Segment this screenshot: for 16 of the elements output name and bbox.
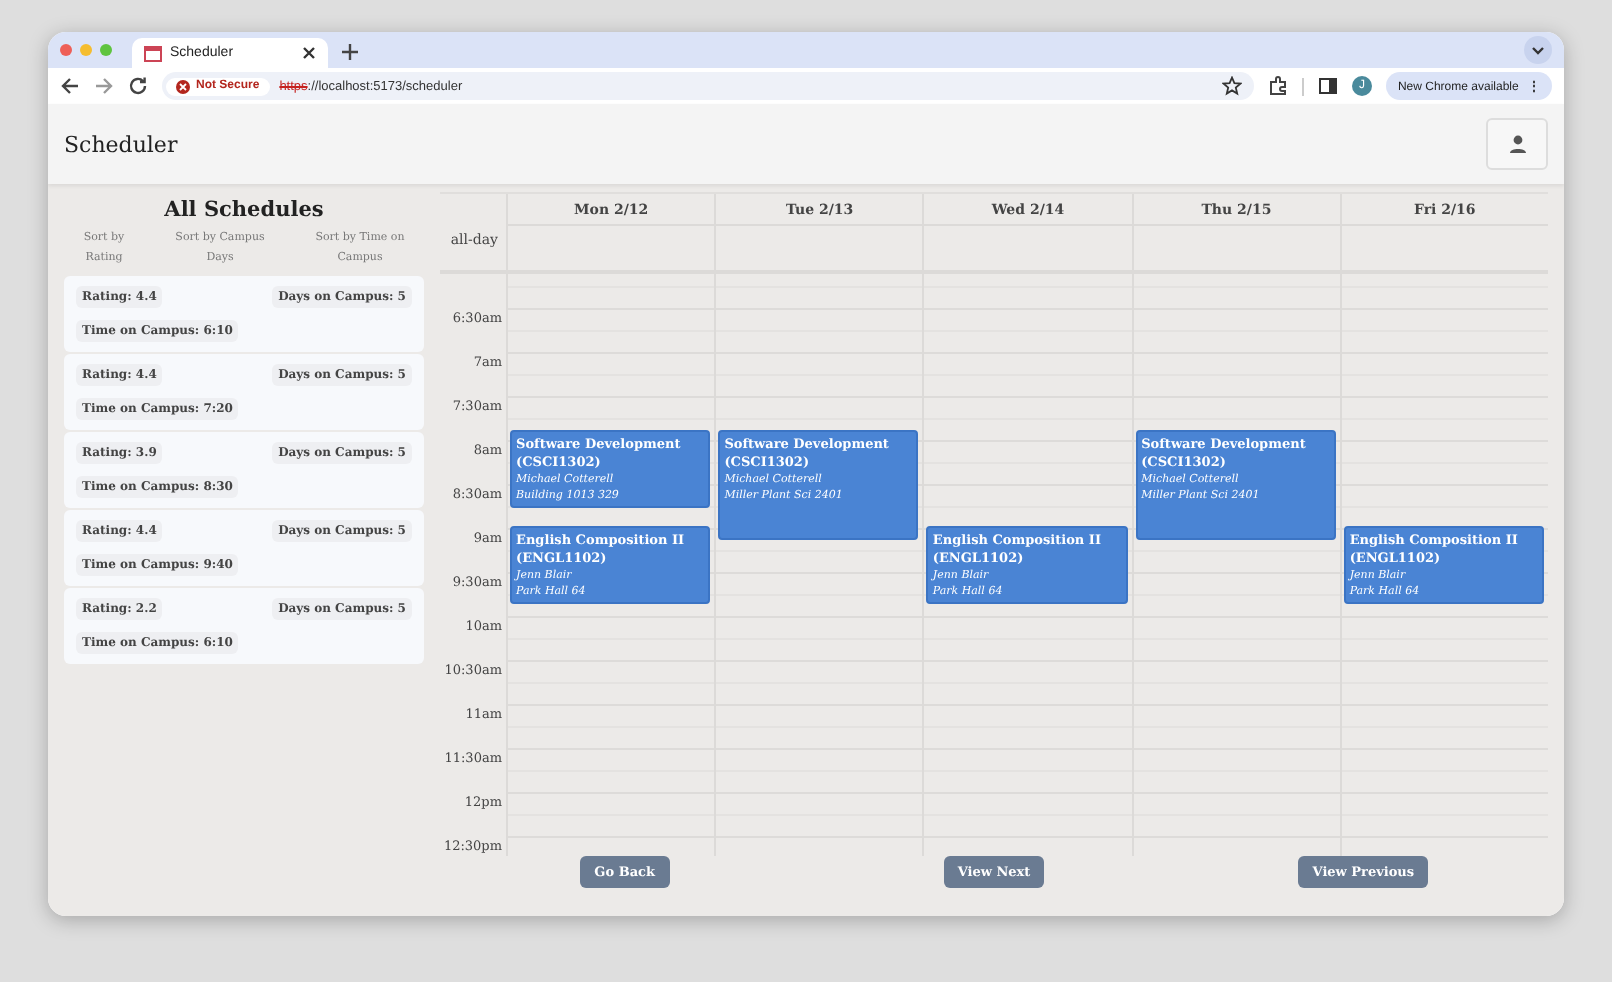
reload-icon[interactable] [128,76,148,96]
app-title: Scheduler [64,131,178,157]
new-tab-icon[interactable] [342,44,358,60]
calendar-icon [144,44,162,62]
chevron-down-icon[interactable] [1524,36,1552,64]
close-window-icon[interactable] [60,44,72,56]
panel-heading: All Schedules [162,198,326,222]
person-icon [1507,134,1527,154]
sidebar-icon[interactable] [1317,76,1338,96]
warning-icon [176,79,190,93]
star-icon[interactable] [1221,76,1242,96]
back-icon[interactable] [60,76,80,96]
puzzle-icon[interactable] [1267,76,1288,96]
user-button[interactable] [1486,118,1548,170]
close-icon[interactable] [302,46,316,60]
forward-icon[interactable] [94,76,114,96]
